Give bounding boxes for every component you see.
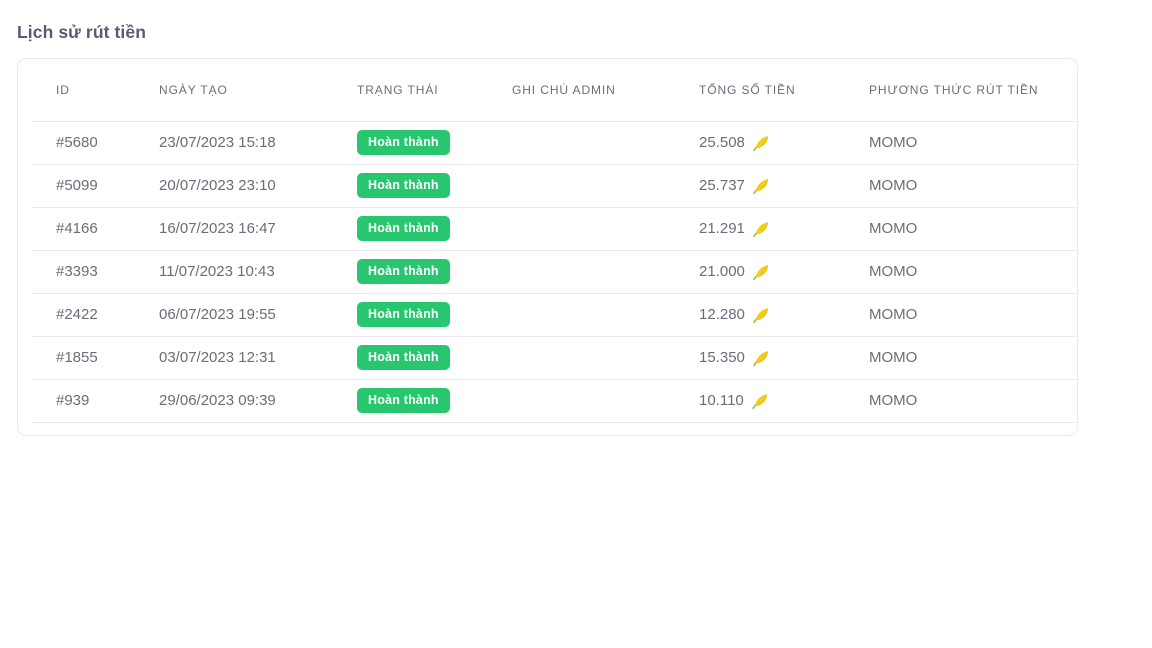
column-header-method: PHƯƠNG THỨC RÚT TIỀN: [869, 59, 1077, 121]
status-badge: Hoàn thành: [357, 130, 450, 155]
amount-value: 25.508: [699, 134, 745, 151]
cell-amount: 21.000: [699, 250, 869, 293]
cell-created: 23/07/2023 15:18: [159, 121, 357, 164]
table-row: #939 29/06/2023 09:39 Hoàn thành 10.110 …: [32, 379, 1077, 422]
status-badge: Hoàn thành: [357, 345, 450, 370]
amount-value: 15.350: [699, 349, 745, 366]
cell-admin-note: [512, 336, 699, 379]
cell-amount: 25.508: [699, 121, 869, 164]
status-badge: Hoàn thành: [357, 302, 450, 327]
page-title: Lịch sử rút tiền: [17, 22, 1135, 43]
leaf-coin-icon: [752, 349, 770, 367]
cell-method: MOMO: [869, 379, 1077, 422]
column-header-created: NGÀY TẠO: [159, 59, 357, 121]
column-header-note: GHI CHÚ ADMIN: [512, 59, 699, 121]
cell-admin-note: [512, 379, 699, 422]
cell-id: #5680: [32, 121, 159, 164]
cell-created: 29/06/2023 09:39: [159, 379, 357, 422]
cell-id: #5099: [32, 164, 159, 207]
cell-method: MOMO: [869, 250, 1077, 293]
cell-method: MOMO: [869, 164, 1077, 207]
cell-created: 16/07/2023 16:47: [159, 207, 357, 250]
status-badge: Hoàn thành: [357, 388, 450, 413]
cell-created: 11/07/2023 10:43: [159, 250, 357, 293]
withdraw-history-page: Lịch sử rút tiền IDNGÀY TẠOTRẠNG THÁIGHI…: [0, 0, 1152, 436]
column-header-amount: TỔNG SỐ TIỀN: [699, 59, 869, 121]
leaf-coin-icon: [751, 392, 769, 410]
cell-method: MOMO: [869, 207, 1077, 250]
leaf-coin-icon: [752, 177, 770, 195]
table-header-row: IDNGÀY TẠOTRẠNG THÁIGHI CHÚ ADMINTỔNG SỐ…: [32, 59, 1077, 121]
amount-value: 12.280: [699, 306, 745, 323]
cell-admin-note: [512, 293, 699, 336]
cell-amount: 10.110: [699, 379, 869, 422]
cell-id: #939: [32, 379, 159, 422]
cell-status: Hoàn thành: [357, 293, 512, 336]
cell-method: MOMO: [869, 336, 1077, 379]
cell-amount: 25.737: [699, 164, 869, 207]
leaf-coin-icon: [752, 306, 770, 324]
cell-status: Hoàn thành: [357, 164, 512, 207]
cell-admin-note: [512, 164, 699, 207]
withdraw-history-card: IDNGÀY TẠOTRẠNG THÁIGHI CHÚ ADMINTỔNG SỐ…: [17, 58, 1078, 436]
cell-admin-note: [512, 207, 699, 250]
amount-value: 25.737: [699, 177, 745, 194]
amount-value: 21.291: [699, 220, 745, 237]
column-header-status: TRẠNG THÁI: [357, 59, 512, 121]
cell-id: #1855: [32, 336, 159, 379]
cell-admin-note: [512, 250, 699, 293]
table-row: #4166 16/07/2023 16:47 Hoàn thành 21.291…: [32, 207, 1077, 250]
cell-method: MOMO: [869, 293, 1077, 336]
amount-value: 21.000: [699, 263, 745, 280]
status-badge: Hoàn thành: [357, 173, 450, 198]
table-row: #3393 11/07/2023 10:43 Hoàn thành 21.000…: [32, 250, 1077, 293]
cell-id: #3393: [32, 250, 159, 293]
cell-amount: 15.350: [699, 336, 869, 379]
cell-status: Hoàn thành: [357, 379, 512, 422]
cell-status: Hoàn thành: [357, 250, 512, 293]
withdraw-history-table: IDNGÀY TẠOTRẠNG THÁIGHI CHÚ ADMINTỔNG SỐ…: [32, 59, 1077, 423]
amount-value: 10.110: [699, 392, 744, 409]
leaf-coin-icon: [752, 263, 770, 281]
cell-status: Hoàn thành: [357, 121, 512, 164]
status-badge: Hoàn thành: [357, 259, 450, 284]
column-header-id: ID: [32, 59, 159, 121]
cell-created: 20/07/2023 23:10: [159, 164, 357, 207]
leaf-coin-icon: [752, 134, 770, 152]
table-row: #5099 20/07/2023 23:10 Hoàn thành 25.737…: [32, 164, 1077, 207]
cell-amount: 12.280: [699, 293, 869, 336]
cell-created: 03/07/2023 12:31: [159, 336, 357, 379]
cell-admin-note: [512, 121, 699, 164]
cell-amount: 21.291: [699, 207, 869, 250]
table-row: #5680 23/07/2023 15:18 Hoàn thành 25.508…: [32, 121, 1077, 164]
leaf-coin-icon: [752, 220, 770, 238]
table-row: #2422 06/07/2023 19:55 Hoàn thành 12.280…: [32, 293, 1077, 336]
cell-status: Hoàn thành: [357, 207, 512, 250]
cell-id: #4166: [32, 207, 159, 250]
status-badge: Hoàn thành: [357, 216, 450, 241]
cell-status: Hoàn thành: [357, 336, 512, 379]
cell-created: 06/07/2023 19:55: [159, 293, 357, 336]
table-row: #1855 03/07/2023 12:31 Hoàn thành 15.350…: [32, 336, 1077, 379]
cell-method: MOMO: [869, 121, 1077, 164]
cell-id: #2422: [32, 293, 159, 336]
